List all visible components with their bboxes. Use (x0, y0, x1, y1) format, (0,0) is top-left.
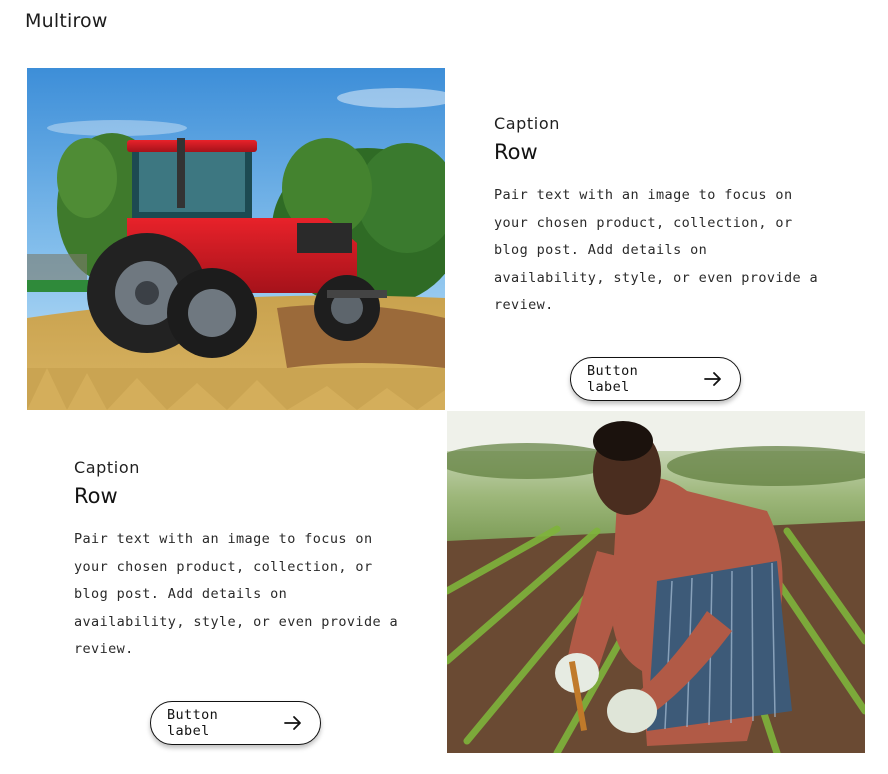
row-1-caption: Caption (494, 114, 560, 133)
row-1-image (27, 68, 445, 410)
row-2-text-block: Caption Row Pair text with an image to f… (74, 458, 404, 664)
arrow-right-icon (284, 715, 302, 731)
row-2-description: Pair text with an image to focus on your… (74, 531, 399, 657)
row-1-description: Pair text with an image to focus on your… (494, 187, 819, 313)
row-1-text-block: Caption Row Pair text with an image to f… (494, 114, 824, 320)
row-2-image (447, 411, 865, 753)
row-2-button[interactable]: Button label (150, 701, 321, 745)
row-2-button-label: Button label (167, 707, 219, 739)
row-1-button[interactable]: Button label (570, 357, 741, 401)
farmer-photo (447, 411, 865, 753)
row-2-caption: Caption (74, 458, 140, 477)
arrow-right-icon (704, 371, 722, 387)
section-title: Multirow (25, 10, 108, 32)
row-1-button-label: Button label (587, 363, 639, 395)
row-1-heading: Row (494, 140, 538, 164)
tractor-photo (27, 68, 445, 410)
row-2-heading: Row (74, 484, 118, 508)
